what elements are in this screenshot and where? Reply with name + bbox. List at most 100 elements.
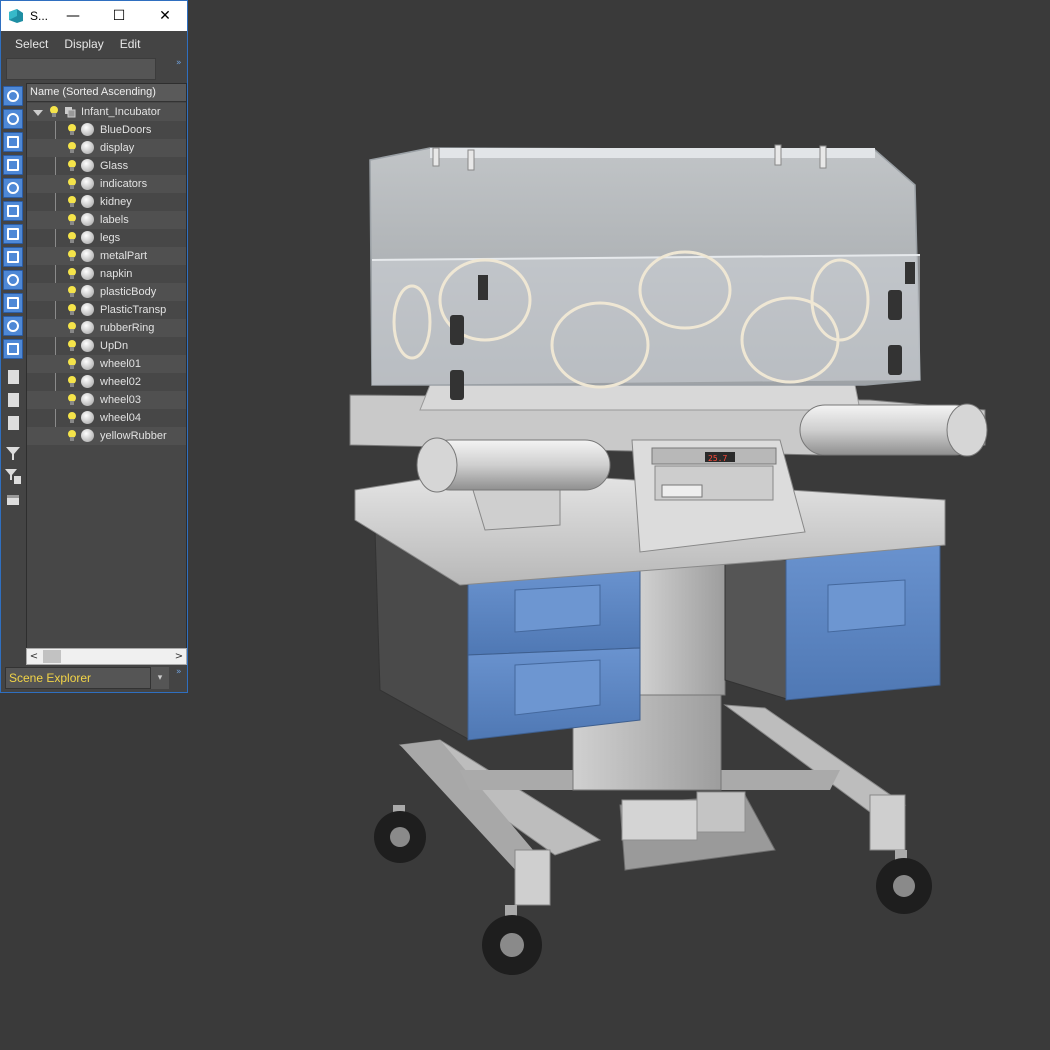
tree-row[interactable]: legs xyxy=(27,229,186,247)
visibility-bulb-icon[interactable] xyxy=(68,304,76,315)
tree-row-label: wheel01 xyxy=(100,358,141,370)
wheel-back-left xyxy=(374,805,426,863)
visibility-bulb-icon[interactable] xyxy=(68,178,76,189)
filter-icon[interactable] xyxy=(3,443,23,463)
display-cameras-icon[interactable] xyxy=(3,178,23,198)
tree-row[interactable]: wheel04 xyxy=(27,409,186,427)
visibility-bulb-icon[interactable] xyxy=(68,268,76,279)
scroll-left-icon[interactable]: < xyxy=(27,649,41,664)
visibility-bulb-icon[interactable] xyxy=(68,412,76,423)
display-spacewarps-icon[interactable] xyxy=(3,224,23,244)
visibility-bulb-icon[interactable] xyxy=(68,322,76,333)
visibility-bulb-icon[interactable] xyxy=(68,286,76,297)
display-bones-icon[interactable] xyxy=(3,293,23,313)
filter-settings-icon[interactable] xyxy=(3,466,23,486)
visibility-bulb-icon[interactable] xyxy=(68,394,76,405)
tree-row[interactable]: yellowRubber xyxy=(27,427,186,445)
footer-expand-icon[interactable]: » xyxy=(176,667,182,677)
display-geometry-icon[interactable] xyxy=(3,109,23,129)
tree-row-label: metalPart xyxy=(100,250,148,262)
object-sphere-icon xyxy=(81,429,94,442)
column-header-name[interactable]: Name (Sorted Ascending) xyxy=(27,84,186,102)
menu-select[interactable]: Select xyxy=(15,37,48,51)
display-all-icon[interactable] xyxy=(3,339,23,359)
tree-row[interactable]: kidney xyxy=(27,193,186,211)
visibility-bulb-icon[interactable] xyxy=(68,376,76,387)
visibility-bulb-icon[interactable] xyxy=(68,124,76,135)
object-sphere-icon xyxy=(81,411,94,424)
tree-row-label: labels xyxy=(100,214,129,226)
scroll-right-icon[interactable]: > xyxy=(172,649,186,664)
display-sel-icon[interactable] xyxy=(3,413,23,433)
tree-row[interactable]: labels xyxy=(27,211,186,229)
visibility-bulb-icon[interactable] xyxy=(68,250,76,261)
layer-icon[interactable] xyxy=(3,489,23,509)
object-sphere-icon xyxy=(81,213,94,226)
tree-row[interactable]: indicators xyxy=(27,175,186,193)
tree-row[interactable]: napkin xyxy=(27,265,186,283)
visibility-bulb-icon[interactable] xyxy=(68,142,76,153)
display-helpers-icon[interactable] xyxy=(3,201,23,221)
display-containers-icon[interactable] xyxy=(3,316,23,336)
tree-row-label: display xyxy=(100,142,135,154)
tree-row-label: kidney xyxy=(100,196,132,208)
tree-row[interactable]: plasticBody xyxy=(27,283,186,301)
tree-row-label: UpDn xyxy=(100,340,129,352)
object-sphere-icon xyxy=(81,141,94,154)
horizontal-scrollbar[interactable]: < > xyxy=(26,648,187,665)
search-input[interactable] xyxy=(6,58,156,80)
minimize-icon: — xyxy=(66,8,80,24)
menu-display[interactable]: Display xyxy=(64,37,103,51)
object-sphere-icon xyxy=(81,375,94,388)
tree-row-label: legs xyxy=(100,232,121,244)
display-list-icon[interactable] xyxy=(3,367,23,387)
explorer-name-select[interactable]: Scene Explorer xyxy=(5,667,151,689)
object-sphere-icon xyxy=(81,321,94,334)
object-sphere-icon xyxy=(81,123,94,136)
display-none-icon[interactable] xyxy=(3,86,23,106)
menu-edit[interactable]: Edit xyxy=(120,37,141,51)
tree-row[interactable]: rubberRing xyxy=(27,319,186,337)
visibility-bulb-icon[interactable] xyxy=(68,430,76,441)
tree-row[interactable]: wheel02 xyxy=(27,373,186,391)
object-sphere-icon xyxy=(81,339,94,352)
visibility-bulb-icon[interactable] xyxy=(68,340,76,351)
tree-row[interactable]: wheel03 xyxy=(27,391,186,409)
visibility-bulb-icon[interactable] xyxy=(68,358,76,369)
tree-row[interactable]: Glass xyxy=(27,157,186,175)
close-button[interactable]: ✕ xyxy=(142,1,188,31)
tree-row[interactable]: metalPart xyxy=(27,247,186,265)
display-shapes-icon[interactable] xyxy=(3,132,23,152)
scene-explorer-window: S... — ☐ ✕ Select Display Edit » Name (S… xyxy=(0,0,188,693)
tree-row-label: napkin xyxy=(100,268,133,280)
tree-row[interactable]: wheel01 xyxy=(27,355,186,373)
minimize-button[interactable]: — xyxy=(50,1,96,31)
display-groups-icon[interactable] xyxy=(3,247,23,267)
scroll-thumb[interactable] xyxy=(43,650,61,663)
column-upper xyxy=(639,559,726,696)
visibility-bulb-icon[interactable] xyxy=(68,232,76,243)
tree-row[interactable]: UpDn xyxy=(27,337,186,355)
chevron-down-icon[interactable]: ▾ xyxy=(151,667,169,689)
maximize-button[interactable]: ☐ xyxy=(96,1,142,31)
object-sphere-icon xyxy=(81,285,94,298)
tree-row[interactable]: BlueDoors xyxy=(27,121,186,139)
close-icon: ✕ xyxy=(159,8,171,24)
object-sphere-icon xyxy=(81,303,94,316)
title-bar[interactable]: S... — ☐ ✕ xyxy=(1,1,187,31)
display-lights-icon[interactable] xyxy=(3,155,23,175)
tree-row[interactable]: display xyxy=(27,139,186,157)
visibility-bulb-icon[interactable] xyxy=(68,196,76,207)
tree-row-root[interactable]: Infant_Incubator xyxy=(27,103,186,121)
tree-row[interactable]: PlasticTransp xyxy=(27,301,186,319)
visibility-bulb-icon[interactable] xyxy=(68,214,76,225)
expand-arrow-icon[interactable] xyxy=(33,110,43,116)
display-xrefs-icon[interactable] xyxy=(3,270,23,290)
visibility-bulb-icon[interactable] xyxy=(50,106,58,117)
display-invert-icon[interactable] xyxy=(3,390,23,410)
object-sphere-icon xyxy=(81,357,94,370)
tree-row-label: wheel03 xyxy=(100,394,141,406)
mattress-tray xyxy=(419,384,861,411)
search-expand-icon[interactable]: » xyxy=(176,58,182,68)
visibility-bulb-icon[interactable] xyxy=(68,160,76,171)
